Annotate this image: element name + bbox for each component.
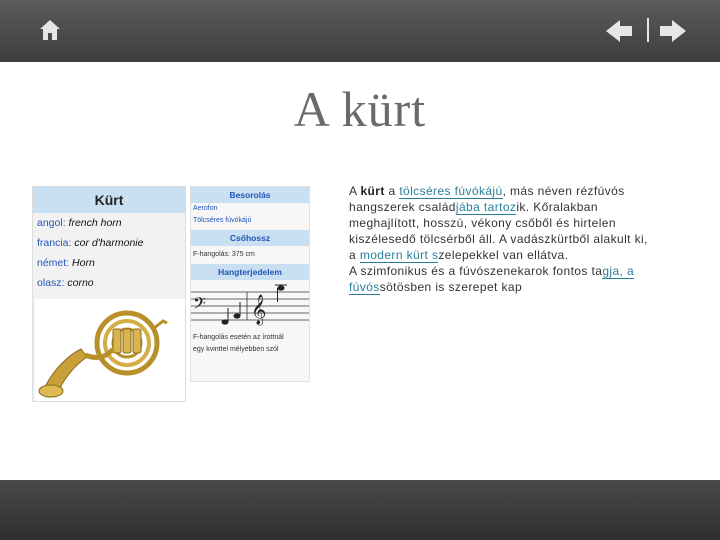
nav-separator [645,16,651,44]
hangterjedelem-line: F-hangolás esetén az írottnál [193,334,284,341]
french-horn-picture [35,299,185,401]
link-fuvos[interactable]: fúvós [349,280,380,295]
svg-text:𝄢: 𝄢 [193,293,206,317]
infobox-row: német: Horn [37,257,95,269]
infobox-title: Kürt [33,187,185,213]
arrow-right-icon[interactable] [658,18,688,44]
top-toolbar [0,0,720,62]
link-modern-kurt[interactable]: modern kürt s [359,248,439,263]
section-header-csohossz: Csőhossz [191,230,309,246]
infobox-names-panel: Kürt angol: french horn francia: cor d'h… [32,186,186,402]
home-icon[interactable] [36,16,64,44]
infobox-details-panel: Besorolás Aerofon Tölcséres fúvókájú Cső… [190,186,310,382]
csohossz-line: F-hangolás: 375 cm [193,251,255,258]
section-header-hangterjedelem: Hangterjedelem [191,264,309,280]
hangterjedelem-line: egy kvinttel mélyebben szól [193,346,279,353]
section-header-besorolas: Besorolás [191,187,309,203]
besorolas-line: Aerofon [193,205,218,212]
link-tolcseres-fuvokaju[interactable]: tölcséres fúvókájú [399,184,503,199]
slide-title: A kürt [293,81,427,137]
term-kurt: kürt [360,184,385,198]
music-staff-image: 𝄢 𝄞 [191,284,309,326]
arrow-left-icon[interactable] [604,18,634,44]
infobox-row: olasz: corno [37,277,94,289]
link-tartozik[interactable]: jába tartoz [455,200,517,215]
svg-text:𝄞: 𝄞 [251,294,266,326]
besorolas-line: Tölcséres fúvókájú [193,217,252,224]
slide-body-text: A kürt a tölcséres fúvókájú, más néven r… [349,184,648,295]
infobox-row: angol: french horn [37,217,122,229]
bottom-bar [0,480,720,540]
link-tagja[interactable]: gja, a [602,264,635,279]
infobox-row: francia: cor d'harmonie [37,237,144,249]
infobox-image: Kürt angol: french horn francia: cor d'h… [32,186,312,402]
